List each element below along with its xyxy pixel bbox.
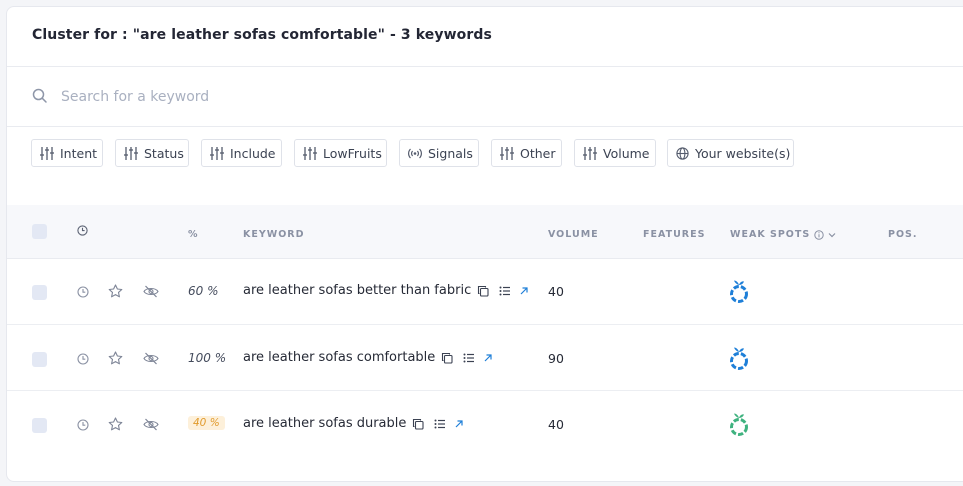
info-icon[interactable] [814,229,824,240]
volume-value: 90 [548,351,564,366]
table-header: % KEYWORD VOLUME FEATURES WEAK SPOTS POS… [7,205,963,259]
row-divider [7,390,963,391]
filter-other[interactable]: Other [491,139,562,167]
percent-value: 60 % [188,284,219,298]
history-icon[interactable] [77,286,89,298]
filter-signals[interactable]: Signals [399,139,479,167]
row-checkbox[interactable] [32,285,47,300]
sliders-icon [40,146,54,160]
filter-status[interactable]: Status [115,139,189,167]
volume-value: 40 [548,417,564,432]
column-volume[interactable]: VOLUME [548,229,599,240]
cluster-panel: Cluster for : "are leather sofas comfort… [6,6,963,482]
sliders-icon [124,146,138,160]
divider [7,66,963,67]
filter-label: Volume [603,145,650,161]
row-checkbox[interactable] [32,418,47,433]
weak-spot-fruit-icon [730,347,748,370]
list-icon[interactable] [463,352,477,364]
external-link-icon[interactable] [483,353,493,363]
star-icon[interactable] [108,284,123,298]
filter-label: LowFruits [323,145,382,161]
copy-icon[interactable] [441,352,453,364]
column-keyword[interactable]: KEYWORD [243,229,305,240]
filter-label: Other [520,145,556,161]
filter-label: Your website(s) [695,145,791,161]
search-input[interactable] [59,85,663,109]
filter-your-websites[interactable]: Your website(s) [667,139,794,167]
hide-icon[interactable] [143,418,159,431]
clock-icon[interactable] [77,225,88,236]
list-icon[interactable] [499,285,513,297]
hide-icon[interactable] [143,352,159,365]
weak-spot-fruit-icon [730,413,748,436]
table-row: 100 % are leather sofas comfortable 90 [7,325,963,391]
panel-title: Cluster for : "are leather sofas comfort… [32,27,492,43]
column-features[interactable]: FEATURES [643,229,705,240]
globe-icon [676,146,689,160]
percent-badge: 40 % [188,416,225,430]
star-icon[interactable] [108,351,123,365]
copy-icon[interactable] [477,285,489,297]
filter-intent[interactable]: Intent [31,139,103,167]
star-icon[interactable] [108,417,123,431]
sliders-icon [500,146,514,160]
divider [7,126,963,127]
filter-volume[interactable]: Volume [574,139,656,167]
filter-label: Intent [60,145,98,161]
table-row: 40 % are leather sofas durable 40 [7,392,963,458]
filter-lowfruits[interactable]: LowFruits [294,139,387,167]
external-link-icon[interactable] [454,419,464,429]
filter-label: Signals [428,145,473,161]
column-position[interactable]: POS. [888,229,918,240]
history-icon[interactable] [77,353,89,365]
table-row: 60 % are leather sofas better than fabri… [7,259,963,325]
filter-label: Status [144,145,184,161]
keyword-cell: are leather sofas durable [243,416,464,431]
keyword-cell: are leather sofas better than fabric [243,283,529,298]
signal-icon [408,148,422,158]
keyword-text: are leather sofas durable [243,416,407,431]
sliders-icon [303,146,317,160]
external-link-icon[interactable] [519,286,529,296]
keyword-cell: are leather sofas comfortable [243,350,493,365]
copy-icon[interactable] [412,418,424,430]
column-percent[interactable]: % [188,229,199,240]
search-icon [32,88,47,103]
row-checkbox[interactable] [32,352,47,367]
weak-spot-fruit-icon [730,280,748,303]
list-icon[interactable] [434,418,448,430]
hide-icon[interactable] [143,285,159,298]
filter-label: Include [230,145,276,161]
keyword-text: are leather sofas comfortable [243,350,436,365]
keyword-text: are leather sofas better than fabric [243,283,472,298]
chevron-down-icon[interactable] [828,232,836,238]
percent-value: 100 % [188,351,227,365]
column-weak-spots[interactable]: WEAK SPOTS [730,229,836,240]
volume-value: 40 [548,284,564,299]
history-icon[interactable] [77,419,89,431]
select-all-checkbox[interactable] [32,224,47,239]
filter-include[interactable]: Include [201,139,282,167]
column-label: WEAK SPOTS [730,229,811,240]
sliders-icon [210,146,224,160]
sliders-icon [583,146,597,160]
